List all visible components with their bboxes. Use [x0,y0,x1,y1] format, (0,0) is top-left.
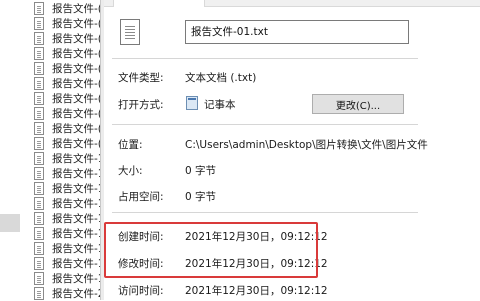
accessed-value: 2021年12月30日，09:12:12 [185,285,328,297]
size-value: 0 字节 [185,165,217,177]
list-item[interactable]: 报告文件-( [34,120,102,136]
text-file-icon [34,31,44,45]
size-on-disk-value: 0 字节 [185,191,217,203]
selection-fragment [0,214,20,232]
list-item[interactable]: 报告文件-1 [34,255,104,271]
text-file-icon [34,16,44,30]
size-on-disk-label: 占用空间: [118,191,164,203]
divider [112,212,418,213]
text-file-icon [34,256,44,270]
divider [112,58,418,59]
list-item[interactable]: 报告文件-1 [34,165,104,181]
change-button[interactable]: 更改(C)... [312,94,404,114]
list-item[interactable]: 报告文件-2 [34,285,104,301]
text-file-icon [34,1,44,15]
size-label: 大小: [118,165,143,177]
list-item[interactable]: 报告文件-( [34,135,102,151]
text-file-icon [34,61,44,75]
text-file-icon [34,226,44,240]
text-file-icon [34,76,44,90]
list-item[interactable]: 报告文件-( [34,45,102,61]
location-value: C:\Users\admin\Desktop\图片转换\文件\图片文件 [185,139,428,151]
list-item[interactable]: 报告文件-1 [34,150,104,166]
list-item[interactable]: 报告文件-( [34,90,102,106]
list-item[interactable]: 报告文件-1 [34,180,104,196]
text-file-icon [34,121,44,135]
list-item[interactable]: 报告文件-( [34,30,102,46]
text-file-icon [34,181,44,195]
location-label: 位置: [118,139,143,151]
file-list: 报告文件-( 报告文件-( 报告文件-( 报告文件-( 报告文件-( 报告文件-… [0,0,104,300]
file-name-field[interactable]: 报告文件-01.txt [185,20,409,44]
open-with-value: 记事本 [204,99,236,111]
list-item[interactable]: 报告文件-( [34,105,102,121]
list-item[interactable]: 报告文件-( [34,75,102,91]
list-item[interactable]: 报告文件-( [34,0,102,16]
list-item[interactable]: 报告文件-( [34,60,102,76]
list-item[interactable]: 报告文件-1 [34,270,104,286]
text-file-icon [34,271,44,285]
tab-general[interactable] [113,0,205,7]
file-type-label: 文件类型: [118,72,164,84]
divider [112,124,418,125]
file-type-value: 文本文档 (.txt) [185,72,257,84]
accessed-label: 访问时间: [118,285,164,297]
list-item[interactable]: 报告文件-1 [34,195,104,211]
list-item[interactable]: 报告文件-1 [34,240,104,256]
open-with-label: 打开方式: [118,99,164,111]
list-item[interactable]: 报告文件-1 [34,225,104,241]
text-file-icon [34,46,44,60]
text-file-icon [34,151,44,165]
text-file-icon [34,91,44,105]
text-file-icon [34,286,44,300]
highlight-annotation [104,222,318,278]
text-file-icon [34,196,44,210]
text-file-icon [34,106,44,120]
text-file-icon [120,19,140,45]
text-file-icon [34,211,44,225]
list-item[interactable]: 报告文件-1 [34,210,104,226]
list-item[interactable]: 报告文件-( [34,15,102,31]
notepad-icon [186,96,198,110]
text-file-icon [34,136,44,150]
text-file-icon [34,241,44,255]
text-file-icon [34,166,44,180]
